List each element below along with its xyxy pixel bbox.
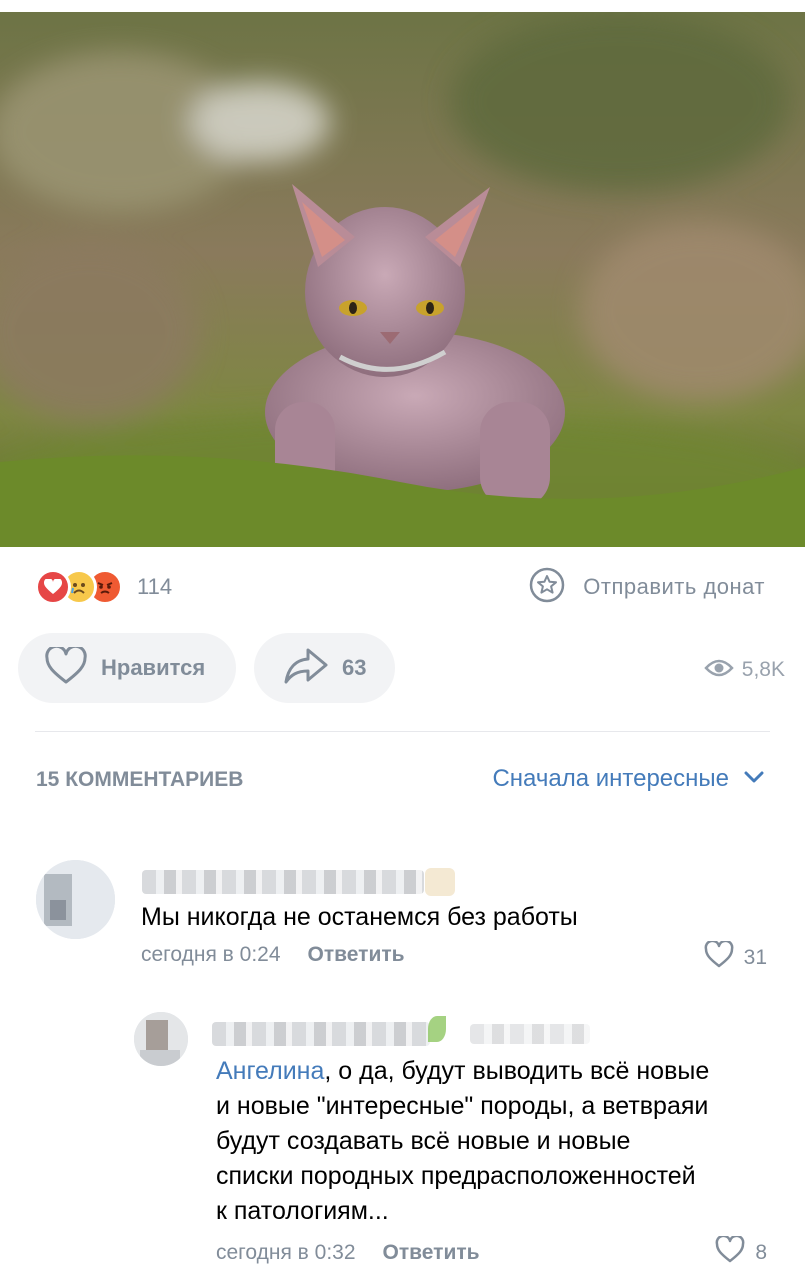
comment-meta: сегодня в 0:24 Ответить <box>141 943 405 967</box>
post-photo[interactable] <box>0 12 805 547</box>
reply-button[interactable]: Ответить <box>308 943 405 967</box>
star-coin-icon <box>529 567 565 608</box>
reaction-count: 114 <box>137 574 173 599</box>
heart-outline-icon <box>45 644 87 690</box>
reply-button[interactable]: Ответить <box>383 1241 480 1265</box>
avatar[interactable] <box>36 860 115 939</box>
like-label: Нравится <box>101 655 206 680</box>
author-status-blurred <box>470 1024 590 1044</box>
author-name-blurred[interactable] <box>212 1022 430 1046</box>
comment-time: сегодня в 0:24 <box>141 943 281 966</box>
mention-link[interactable]: Ангелина <box>216 1057 324 1085</box>
views-count: 5,8K <box>741 658 785 681</box>
share-arrow-icon <box>284 647 328 690</box>
like-button[interactable]: Нравится <box>18 633 236 703</box>
comment-text: Ангелина, о да, будут выводить всё новые… <box>216 1054 709 1229</box>
eye-icon <box>704 657 734 684</box>
sort-label: Сначала интересные <box>492 765 729 792</box>
comment-meta: сегодня в 0:32 Ответить <box>216 1241 480 1265</box>
author-badge-icon <box>428 1016 446 1042</box>
author-name-blurred[interactable] <box>142 870 424 894</box>
author-badge-icon <box>425 868 455 896</box>
donate-button[interactable]: Отправить донат <box>529 567 765 607</box>
comment-line: будут создавать всё новые и новые <box>216 1127 631 1155</box>
avatar[interactable] <box>134 1012 188 1066</box>
comment-time: сегодня в 0:32 <box>216 1241 356 1264</box>
sort-dropdown[interactable]: Сначала интересные <box>492 765 765 793</box>
comment-line: списки породных предрасположенностей <box>216 1162 696 1190</box>
comment-like-count: 31 <box>743 945 767 969</box>
donate-label: Отправить донат <box>583 574 765 599</box>
views-counter: 5,8K <box>704 653 785 687</box>
comments-count: 15 КОММЕНТАРИЕВ <box>36 768 244 791</box>
share-count: 63 <box>342 655 367 680</box>
divider <box>35 731 770 732</box>
share-button[interactable]: 63 <box>254 633 395 703</box>
heart-outline-icon <box>715 1234 745 1269</box>
comment-like-button[interactable]: 8 <box>715 1234 767 1269</box>
comment-like-count: 8 <box>755 1240 767 1264</box>
comment-line: к патологиям... <box>216 1197 389 1225</box>
comment-text: Мы никогда не останемся без работы <box>141 903 578 931</box>
comment-like-button[interactable]: 31 <box>704 939 767 974</box>
heart-outline-icon <box>704 939 734 974</box>
reactions-summary[interactable]: 114 <box>35 567 172 607</box>
heart-reaction-icon <box>35 569 71 605</box>
chevron-down-icon <box>743 770 765 789</box>
comment-line: и новые "интересные" породы, а ветвраяи <box>216 1092 709 1120</box>
comment-line: , о да, будут выводить всё новые <box>324 1057 710 1085</box>
